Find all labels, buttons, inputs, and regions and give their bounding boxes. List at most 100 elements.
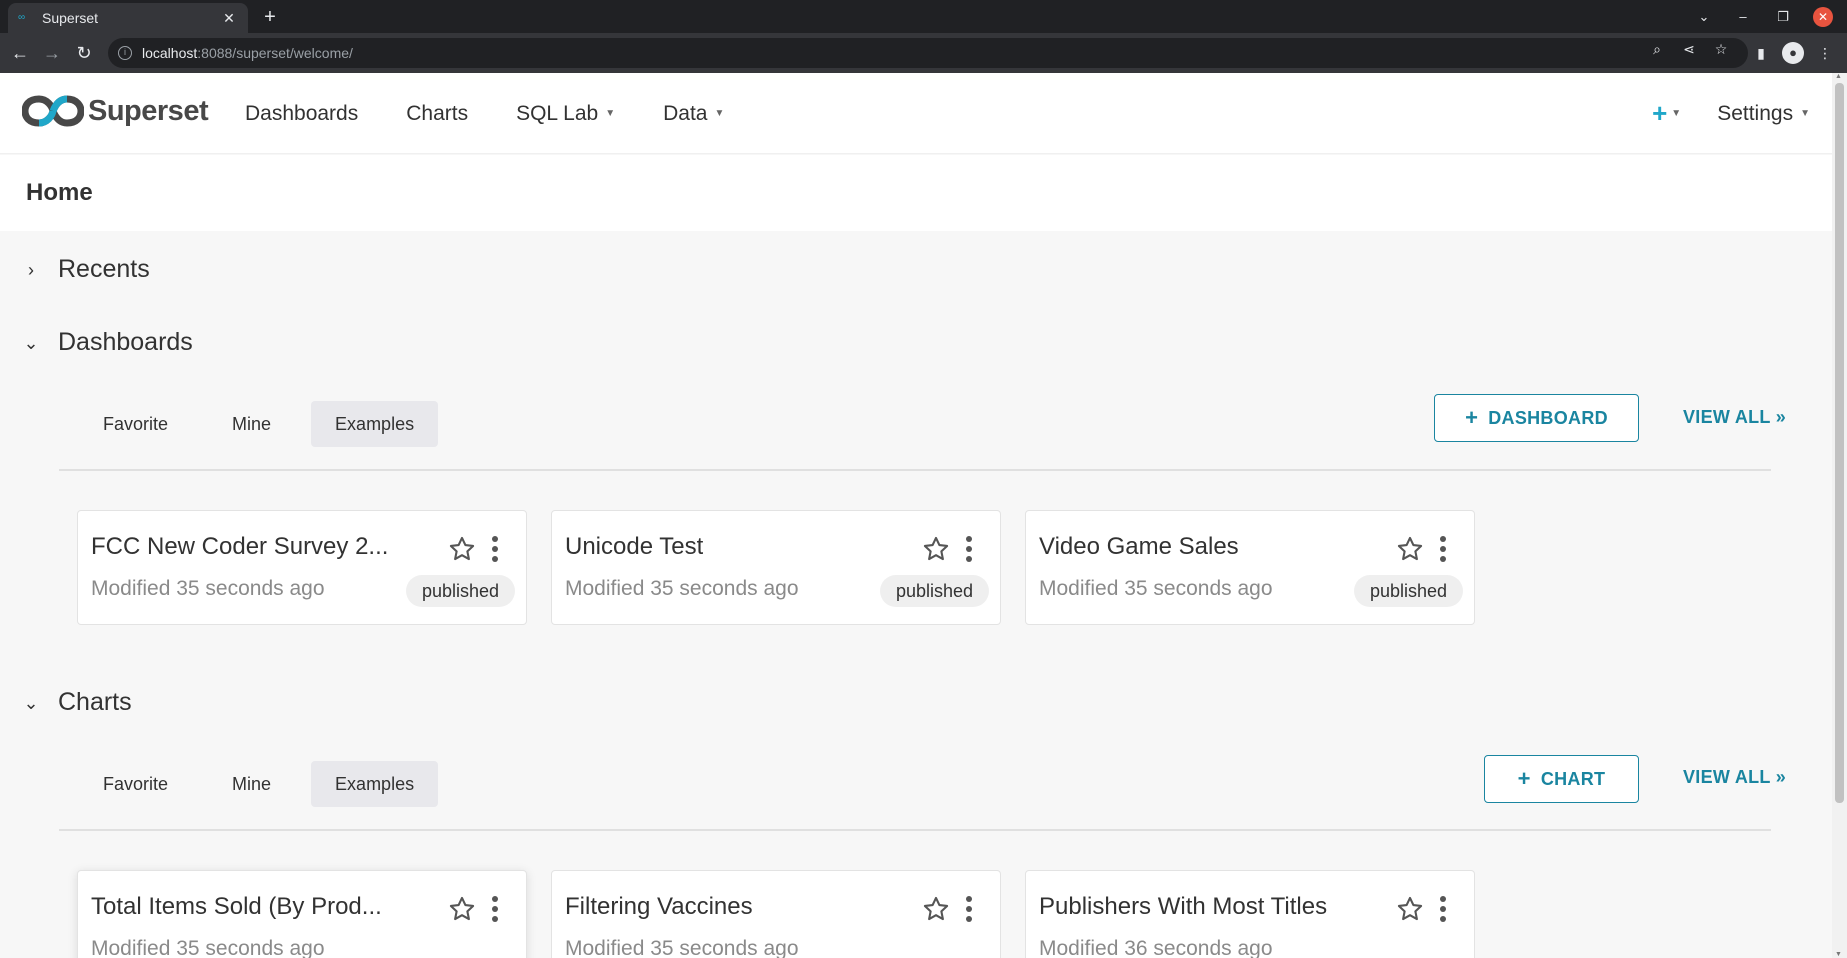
new-item-menu[interactable]: + ▼: [1652, 98, 1681, 129]
more-vertical-icon[interactable]: [488, 533, 502, 565]
chart-card-title[interactable]: Total Items Sold (By Prod...: [91, 893, 382, 921]
settings-menu[interactable]: Settings ▼: [1717, 102, 1810, 126]
site-info-icon[interactable]: i: [118, 46, 132, 60]
url-text: localhost:8088/superset/welcome/: [142, 45, 353, 61]
browser-tabstrip: ∞ Superset ✕ + ⌄ – ❐ ✕: [0, 0, 1847, 33]
plus-icon: +: [1652, 98, 1668, 128]
star-icon[interactable]: [1396, 895, 1424, 923]
caret-down-icon: ▼: [1671, 108, 1682, 119]
page-title: Home: [26, 179, 93, 206]
forward-icon[interactable]: →: [40, 41, 64, 65]
restore-icon[interactable]: ❐: [1771, 5, 1795, 29]
dashboards-divider: [59, 469, 1771, 471]
bookmark-star-icon[interactable]: ☆: [1710, 38, 1732, 60]
chevron-down-icon: ⌄: [23, 692, 39, 713]
dashboard-card-title[interactable]: Video Game Sales: [1039, 533, 1239, 561]
nav-dashboards-label: Dashboards: [245, 101, 359, 125]
window-close-icon[interactable]: ✕: [1813, 7, 1833, 27]
dashboard-card[interactable]: FCC New Coder Survey 2... Modified 35 se…: [77, 510, 527, 625]
close-tab-icon[interactable]: ✕: [220, 9, 238, 27]
charts-tab-favorite[interactable]: Favorite: [79, 761, 192, 807]
charts-divider: [59, 829, 1771, 831]
chart-card-modified: Modified 36 seconds ago: [1039, 937, 1273, 958]
minimize-icon[interactable]: –: [1731, 5, 1755, 29]
recents-section-header[interactable]: › Recents: [22, 255, 150, 284]
nav-dashboards[interactable]: Dashboards: [245, 102, 358, 126]
charts-tab-mine[interactable]: Mine: [208, 761, 295, 807]
star-icon[interactable]: [448, 535, 476, 563]
dashboard-card-title[interactable]: FCC New Coder Survey 2...: [91, 533, 388, 561]
scroll-down-icon[interactable]: ▼: [1835, 951, 1842, 958]
browser-tab[interactable]: ∞ Superset ✕: [8, 3, 248, 33]
dashboards-tab-examples[interactable]: Examples: [311, 401, 439, 447]
caret-down-icon: ▼: [1800, 108, 1810, 119]
star-icon[interactable]: [1396, 535, 1424, 563]
share-icon[interactable]: ⋖: [1678, 38, 1700, 60]
star-icon[interactable]: [922, 535, 950, 563]
brand-logo[interactable]: Superset: [22, 93, 209, 129]
scrollbar-thumb[interactable]: [1835, 83, 1844, 803]
plus-icon: +: [1517, 766, 1531, 791]
chart-card[interactable]: Publishers With Most Titles Modified 36 …: [1025, 870, 1475, 958]
dashboard-card[interactable]: Video Game Sales Modified 35 seconds ago…: [1025, 510, 1475, 625]
dashboard-card-modified: Modified 35 seconds ago: [565, 577, 799, 600]
charts-tab-examples[interactable]: Examples: [311, 761, 439, 807]
recents-title: Recents: [58, 255, 150, 283]
charts-tabs: Favorite Mine Examples: [79, 761, 454, 807]
dashboard-card-title[interactable]: Unicode Test: [565, 533, 703, 561]
caret-down-icon: ▼: [714, 108, 725, 119]
tab-search-icon[interactable]: ⌄: [1692, 5, 1716, 29]
chart-card-modified: Modified 35 seconds ago: [565, 937, 799, 958]
page-scrollbar[interactable]: ▲ ▼: [1832, 73, 1847, 958]
browser-menu-icon[interactable]: ⋮: [1814, 42, 1836, 64]
caret-down-icon: ▼: [605, 108, 616, 119]
superset-favicon-icon: ∞: [18, 12, 26, 23]
dashboard-card-modified: Modified 35 seconds ago: [1039, 577, 1273, 600]
dashboards-section-header[interactable]: ⌄ Dashboards: [22, 328, 193, 357]
add-dashboard-button[interactable]: + DASHBOARD: [1434, 394, 1639, 442]
status-badge: published: [879, 575, 989, 607]
right-nav: + ▼ Settings ▼: [1652, 73, 1832, 154]
more-vertical-icon[interactable]: [962, 533, 976, 565]
more-vertical-icon[interactable]: [1436, 893, 1450, 925]
nav-charts[interactable]: Charts: [406, 102, 468, 126]
star-icon[interactable]: [922, 895, 950, 923]
more-vertical-icon[interactable]: [488, 893, 502, 925]
nav-sql-lab[interactable]: SQL Lab ▼: [516, 102, 615, 126]
chart-card[interactable]: Filtering Vaccines Modified 35 seconds a…: [551, 870, 1001, 958]
brand-name: Superset: [88, 94, 209, 127]
plus-icon: +: [1465, 405, 1479, 430]
add-chart-button[interactable]: + CHART: [1484, 755, 1639, 803]
profile-avatar-icon[interactable]: ●: [1782, 42, 1804, 64]
reload-icon[interactable]: ↻: [72, 41, 96, 65]
scroll-up-icon[interactable]: ▲: [1835, 73, 1842, 80]
new-tab-icon[interactable]: +: [258, 5, 282, 29]
charts-section-header[interactable]: ⌄ Charts: [22, 688, 131, 717]
star-icon[interactable]: [448, 895, 476, 923]
chart-card-modified: Modified 35 seconds ago: [91, 937, 325, 958]
dashboards-view-all-link[interactable]: VIEW ALL »: [1683, 407, 1786, 428]
status-badge: published: [1353, 575, 1463, 607]
side-panel-icon[interactable]: ▮: [1750, 42, 1772, 64]
dashboards-tab-mine[interactable]: Mine: [208, 401, 295, 447]
more-vertical-icon[interactable]: [1436, 533, 1450, 565]
tab-title: Superset: [42, 10, 99, 26]
chart-card-title[interactable]: Publishers With Most Titles: [1039, 893, 1327, 921]
address-bar[interactable]: i localhost:8088/superset/welcome/: [108, 38, 1748, 68]
dashboard-card-modified: Modified 35 seconds ago: [91, 577, 325, 600]
more-vertical-icon[interactable]: [962, 893, 976, 925]
status-badge: published: [405, 575, 515, 607]
chart-card-title[interactable]: Filtering Vaccines: [565, 893, 753, 921]
add-dashboard-label: DASHBOARD: [1488, 407, 1608, 428]
dashboard-card[interactable]: Unicode Test Modified 35 seconds ago pub…: [551, 510, 1001, 625]
chart-card[interactable]: Total Items Sold (By Prod... Modified 35…: [77, 870, 527, 958]
zoom-icon[interactable]: ⌕: [1646, 38, 1668, 60]
nav-sql-lab-label: SQL Lab: [516, 101, 599, 125]
nav-data[interactable]: Data ▼: [663, 102, 724, 126]
charts-view-all-link[interactable]: VIEW ALL »: [1683, 767, 1786, 788]
browser-toolbar: ← → ↻ i localhost:8088/superset/welcome/…: [0, 33, 1847, 73]
back-icon[interactable]: ←: [8, 41, 32, 65]
dashboards-tab-favorite[interactable]: Favorite: [79, 401, 192, 447]
app-header: Superset Dashboards Charts SQL Lab ▼ Data…: [0, 73, 1832, 154]
dashboards-title: Dashboards: [58, 328, 193, 356]
